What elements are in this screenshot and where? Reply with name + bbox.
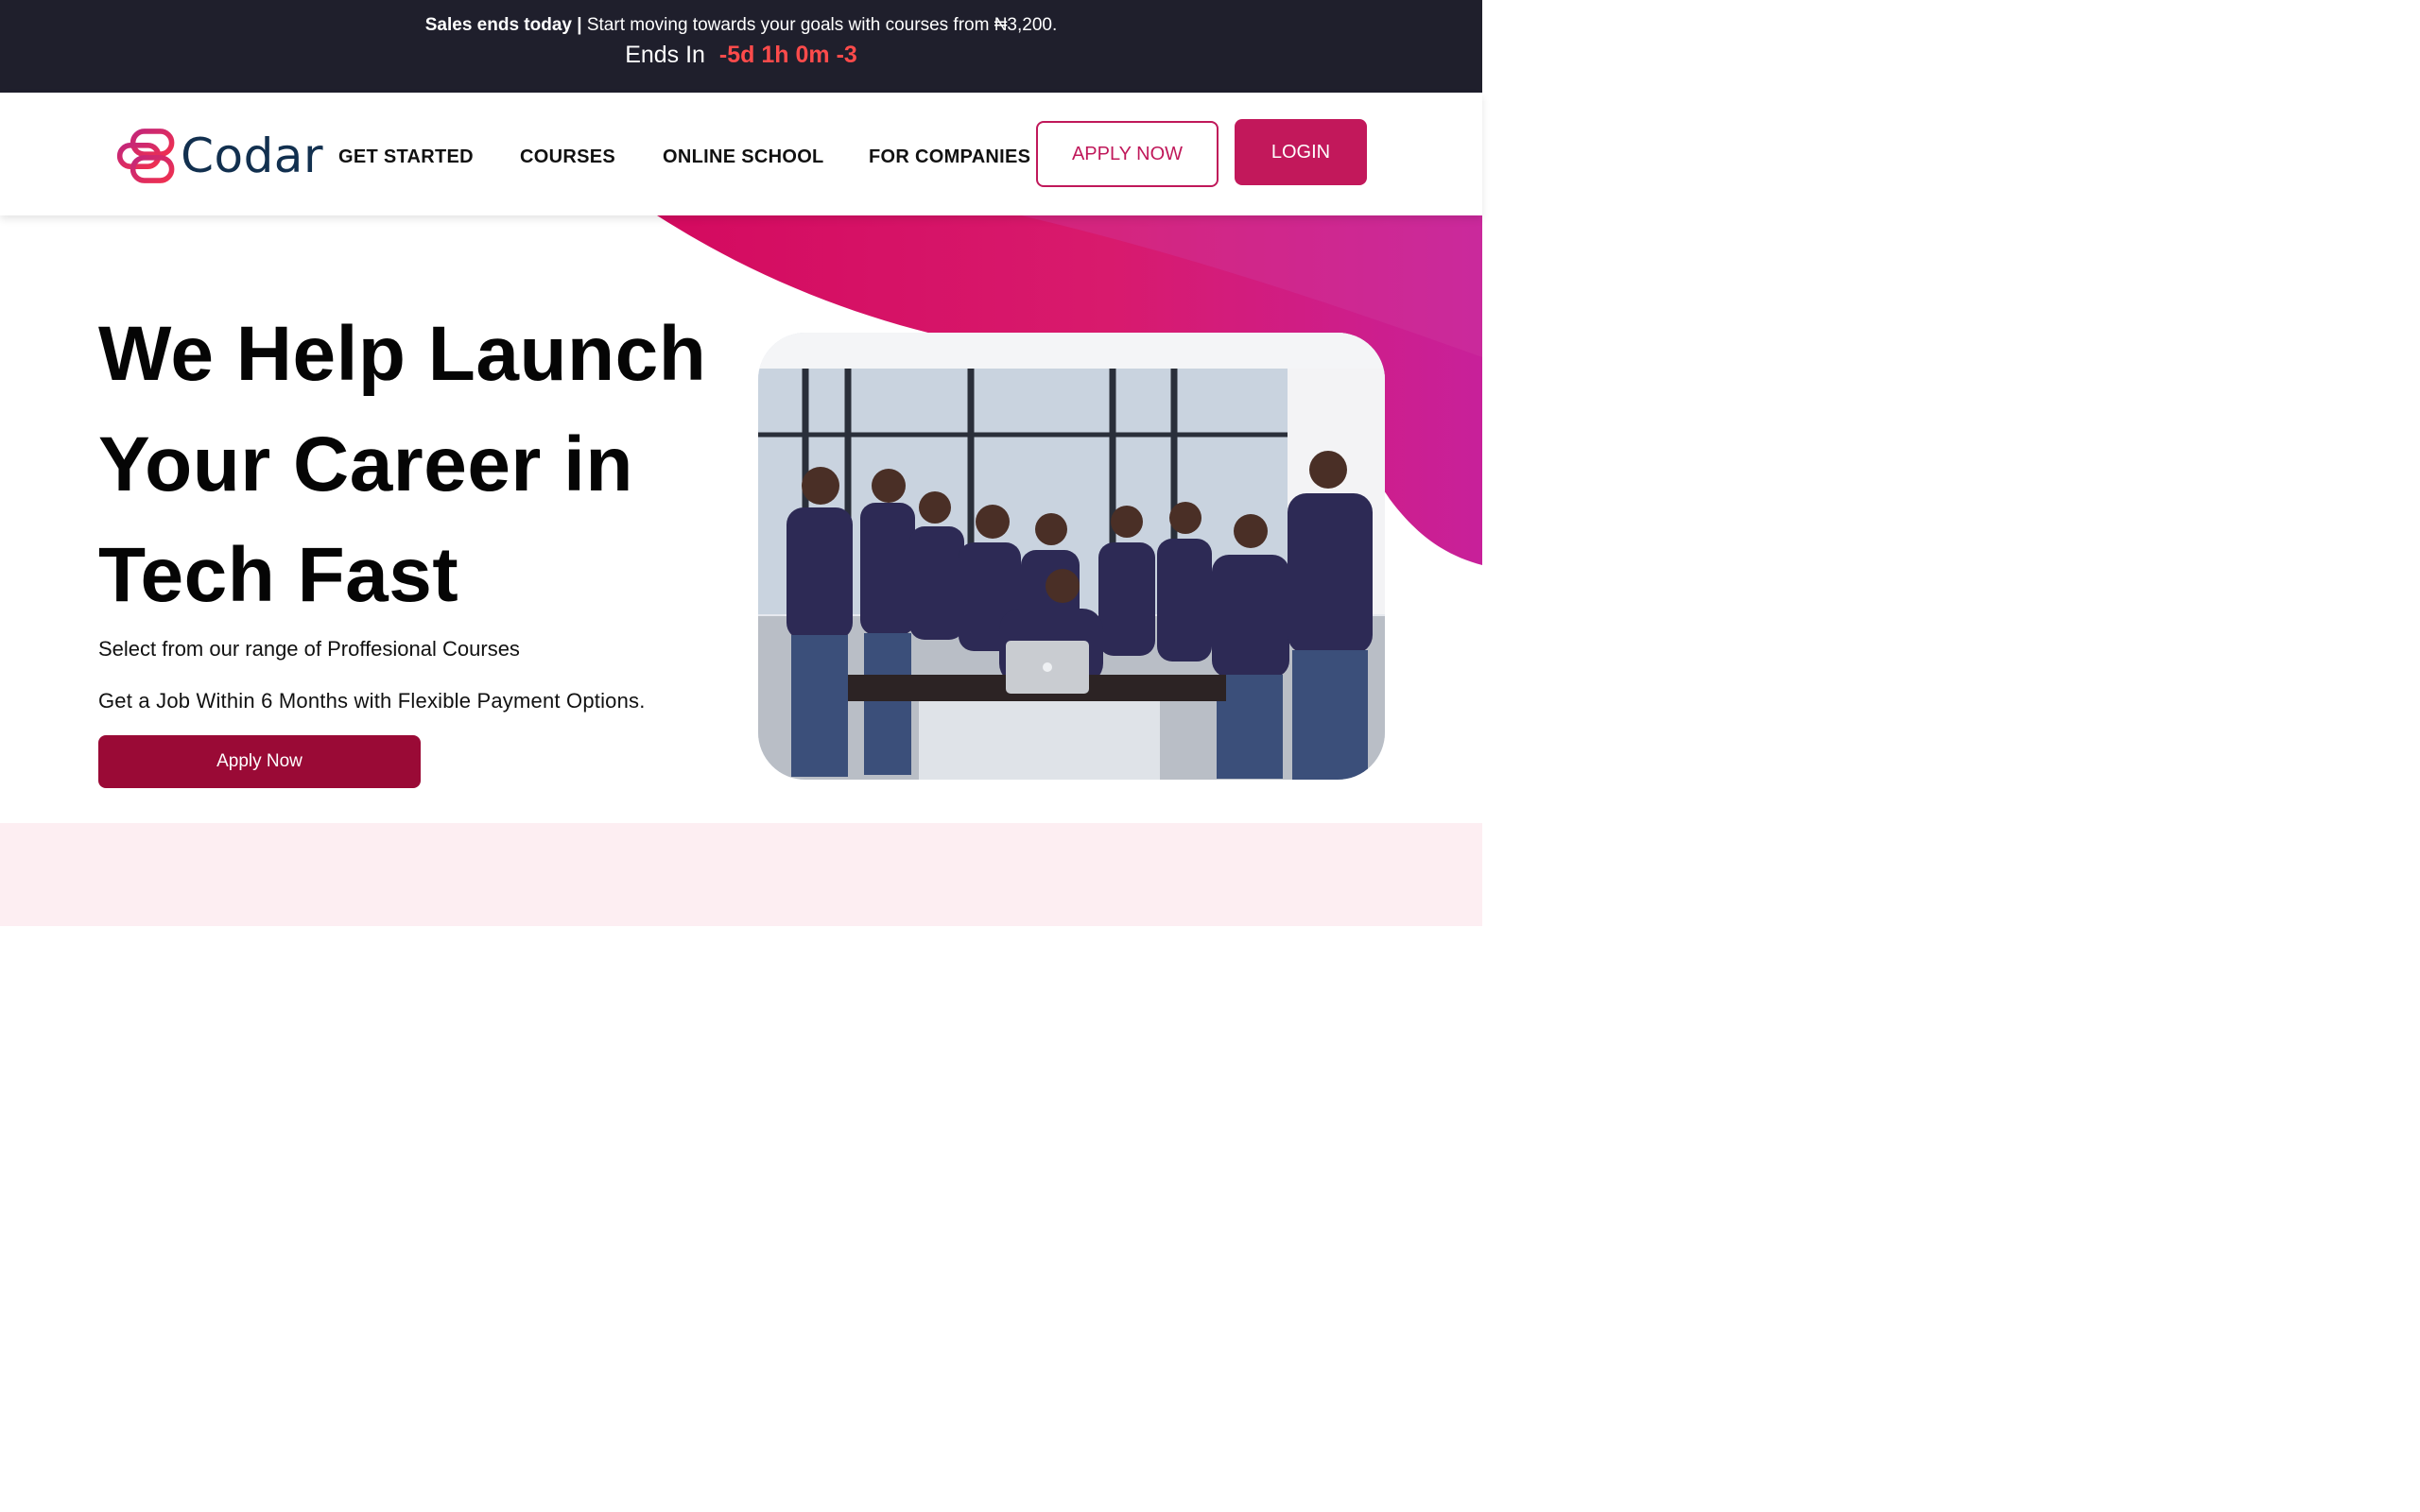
logo[interactable]: Codar [115,125,323,187]
site-header: Codar GET STARTED COURSES ONLINE SCHOOL … [0,93,1482,215]
hero-title: We Help Launch Your Career in Tech Fast [98,299,741,630]
logo-text: Codar [181,129,323,183]
hero-title-line: Tech Fast [98,532,459,618]
promo-banner: Sales ends today | Start moving towards … [0,0,1482,93]
promo-countdown-row: Ends In -5d 1h 0m -3 [0,42,1482,69]
ends-in-label: Ends In [625,42,705,68]
nav-for-companies[interactable]: FOR COMPANIES [869,146,1030,168]
nav-get-started[interactable]: GET STARTED [338,146,474,168]
login-button[interactable]: LOGIN [1235,119,1367,185]
promo-headline-text: Start moving towards your goals with cou… [581,15,1058,35]
hero-subtitle-jobs: Get a Job Within 6 Months with Flexible … [98,689,646,713]
hero-subtitle: Select from our range of Proffesional Co… [98,637,520,661]
nav-courses[interactable]: COURSES [520,146,615,168]
team-photo-illustration [758,333,1385,780]
apply-now-hero-button[interactable]: Apply Now [98,735,421,788]
countdown-timer: -5d 1h 0m -3 [718,42,857,68]
hero-section: We Help Launch Your Career in Tech Fast … [0,215,1482,823]
nav-online-school[interactable]: ONLINE SCHOOL [663,146,824,168]
team-photo [758,333,1385,780]
promo-headline-bold: Sales ends today | [424,15,582,35]
codar-logo-icon [116,129,175,183]
apply-now-header-button[interactable]: APPLY NOW [1036,121,1219,187]
hero-title-line: Your Career in [98,421,633,507]
hero-title-line: We Help Launch [98,311,707,397]
promo-headline: Sales ends today | Start moving towards … [0,15,1482,36]
lower-section [0,823,1482,926]
